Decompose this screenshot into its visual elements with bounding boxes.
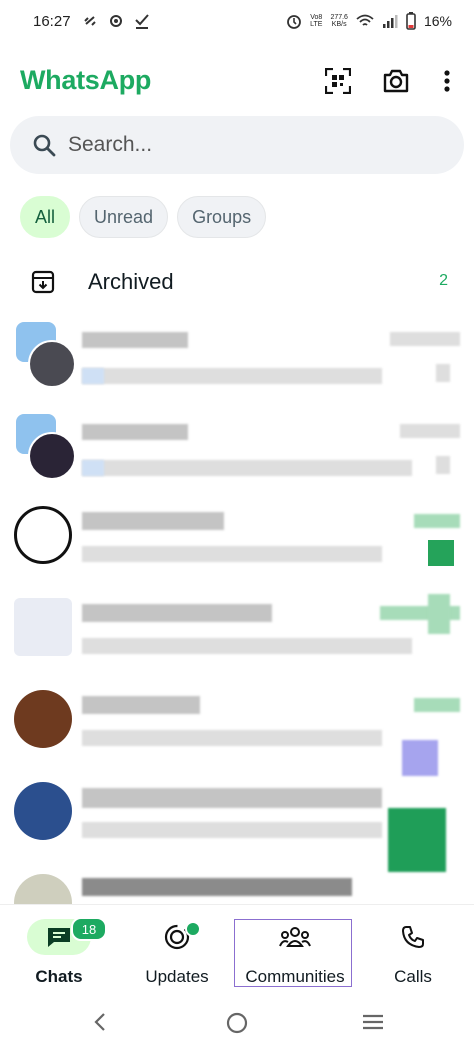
filter-chips: All Unread Groups [20, 196, 267, 238]
search-input[interactable]: Search... [68, 133, 152, 157]
chat-avatar [28, 432, 76, 480]
chat-row[interactable] [0, 778, 474, 872]
status-bar: 16:27 Vo8 LTE 277.6 KB/s 16% [0, 0, 474, 44]
chat-row[interactable] [0, 686, 474, 778]
signal-icon [382, 15, 398, 28]
qr-scan-icon[interactable] [323, 66, 353, 96]
status-time: 16:27 [33, 13, 71, 30]
archived-count: 2 [439, 272, 448, 289]
app-bar: WhatsApp [0, 52, 474, 108]
nav-calls-label: Calls [394, 967, 432, 986]
chat-row[interactable] [0, 410, 474, 502]
chat-avatar [14, 782, 72, 840]
chat-row[interactable] [0, 870, 474, 904]
chat-row[interactable] [0, 502, 474, 594]
chat-avatar [14, 874, 72, 904]
search-bar[interactable]: Search... [10, 116, 464, 174]
alarm-icon [287, 15, 302, 29]
filter-unread[interactable]: Unread [79, 196, 169, 238]
calls-phone-icon [402, 926, 424, 948]
overflow-menu-icon[interactable] [432, 66, 462, 96]
nav-chats-label: Chats [35, 967, 83, 986]
nav-updates-label: Updates [145, 967, 209, 986]
link-icon [84, 16, 96, 26]
filter-all[interactable]: All [20, 196, 71, 238]
network-speed: 277.6 KB/s [330, 14, 348, 28]
system-navigation-bar [0, 998, 474, 1052]
nav-chats[interactable]: 18 Chats [0, 905, 118, 997]
bottom-navigation: 18 Chats Updates Communities Calls [0, 904, 474, 999]
settings-gear-icon [110, 15, 122, 27]
archive-icon [31, 270, 55, 294]
back-icon[interactable] [92, 1012, 108, 1032]
filter-groups[interactable]: Groups [177, 196, 267, 238]
chats-unread-badge: 18 [71, 917, 107, 941]
search-icon [33, 134, 56, 157]
nav-calls[interactable]: Calls [354, 905, 472, 997]
chat-list [0, 318, 474, 904]
network-type: Vo8 LTE [310, 14, 323, 28]
recents-menu-icon[interactable] [362, 1012, 384, 1032]
chat-row[interactable] [0, 594, 474, 686]
camera-icon[interactable] [381, 66, 411, 96]
chats-icon [48, 928, 70, 947]
chat-avatar [14, 506, 72, 564]
wifi-icon [356, 14, 374, 26]
battery-percent: 16% [423, 13, 452, 29]
app-title: WhatsApp [20, 65, 152, 95]
updates-dot-badge [185, 921, 201, 937]
communities-highlight-box [234, 919, 352, 987]
archived-row[interactable]: Archived 2 [0, 256, 474, 308]
archived-label: Archived [88, 269, 174, 294]
nav-updates[interactable]: Updates [118, 905, 236, 997]
home-icon[interactable] [226, 1012, 248, 1034]
chat-row[interactable] [0, 318, 474, 410]
battery-icon [406, 12, 416, 30]
chat-avatar [14, 690, 72, 748]
chat-avatar [14, 598, 72, 656]
check-download-icon [135, 14, 149, 29]
chat-avatar [28, 340, 76, 388]
